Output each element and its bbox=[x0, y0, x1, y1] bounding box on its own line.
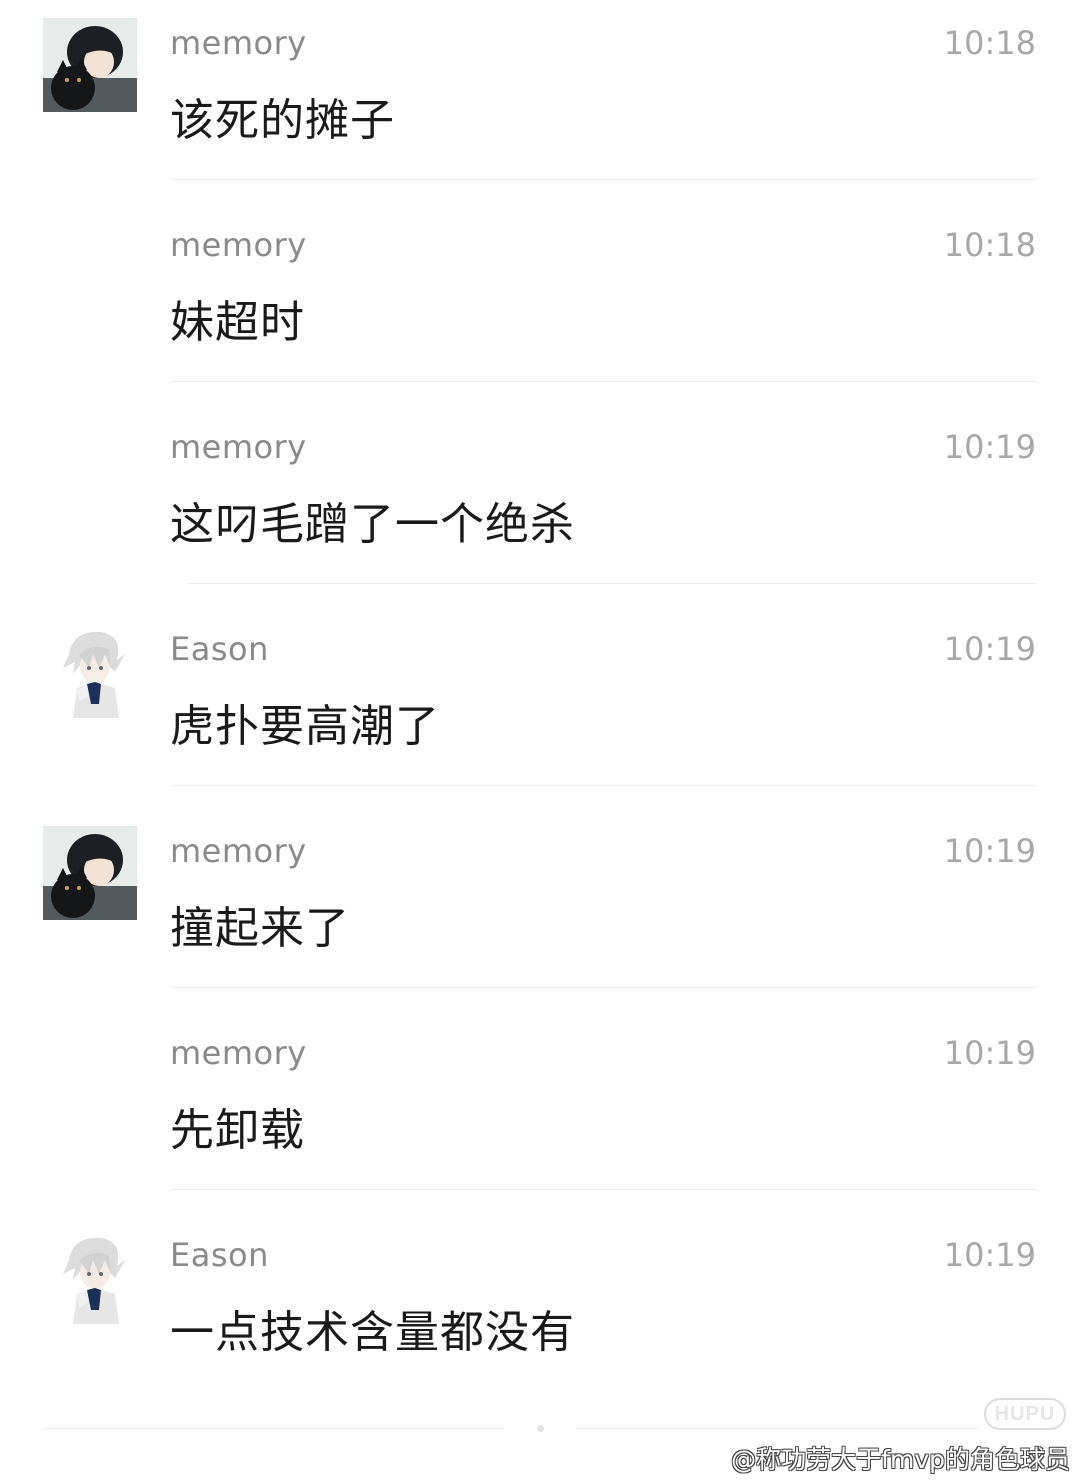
message-time: 10:19 bbox=[943, 428, 1036, 466]
sender-name: memory bbox=[170, 24, 307, 62]
message-text: 该死的摊子 bbox=[170, 95, 395, 146]
watermark-text: @称功劳大于fmvp的角色球员 bbox=[731, 1445, 1070, 1474]
divider bbox=[172, 1189, 1036, 1190]
sender-name: memory bbox=[170, 1034, 307, 1072]
message-text: 这叼毛蹭了一个绝杀 bbox=[170, 499, 575, 550]
message-time: 10:18 bbox=[943, 226, 1036, 264]
sender-name: memory bbox=[170, 832, 307, 870]
message-time: 10:19 bbox=[943, 630, 1036, 668]
memory-avatar[interactable] bbox=[43, 826, 137, 920]
sender-name: memory bbox=[170, 428, 307, 466]
message-time: 10:19 bbox=[943, 1236, 1036, 1274]
message-time: 10:18 bbox=[943, 24, 1036, 62]
eason-avatar[interactable] bbox=[43, 1230, 137, 1324]
divider bbox=[172, 987, 1036, 988]
message-time: 10:19 bbox=[943, 1034, 1036, 1072]
message-row[interactable]: memory 10:19 这叼毛蹭了一个绝杀 bbox=[0, 404, 1080, 606]
sender-name: memory bbox=[170, 226, 307, 264]
footer-divider-left bbox=[44, 1428, 504, 1429]
sender-name: Eason bbox=[170, 630, 269, 668]
message-row[interactable]: memory 10:18 该死的摊子 bbox=[0, 0, 1080, 202]
memory-avatar[interactable] bbox=[43, 18, 137, 112]
message-row[interactable]: Eason 10:19 一点技术含量都没有 bbox=[0, 1212, 1080, 1414]
footer-divider-right bbox=[578, 1428, 978, 1429]
message-text: 一点技术含量都没有 bbox=[170, 1307, 575, 1358]
message-row[interactable]: memory 10:18 妹超时 bbox=[0, 202, 1080, 404]
message-row[interactable]: memory 10:19 撞起来了 bbox=[0, 808, 1080, 1010]
sender-name: Eason bbox=[170, 1236, 269, 1274]
divider bbox=[188, 583, 1036, 584]
message-text: 先卸载 bbox=[170, 1105, 305, 1156]
message-time: 10:19 bbox=[943, 832, 1036, 870]
message-text: 撞起来了 bbox=[170, 903, 350, 954]
divider bbox=[172, 785, 1036, 786]
message-row[interactable]: memory 10:19 先卸载 bbox=[0, 1010, 1080, 1212]
message-text: 虎扑要高潮了 bbox=[170, 701, 440, 752]
chat-message-list: memory 10:18 该死的摊子 memory 10:18 妹超时 memo… bbox=[0, 0, 1080, 1484]
eason-avatar[interactable] bbox=[43, 624, 137, 718]
divider bbox=[172, 179, 1036, 180]
message-row[interactable]: Eason 10:19 虎扑要高潮了 bbox=[0, 606, 1080, 808]
message-text: 妹超时 bbox=[170, 297, 305, 348]
divider bbox=[172, 381, 1036, 382]
hupu-logo: HUPU bbox=[984, 1398, 1066, 1430]
footer-dot bbox=[537, 1425, 544, 1432]
